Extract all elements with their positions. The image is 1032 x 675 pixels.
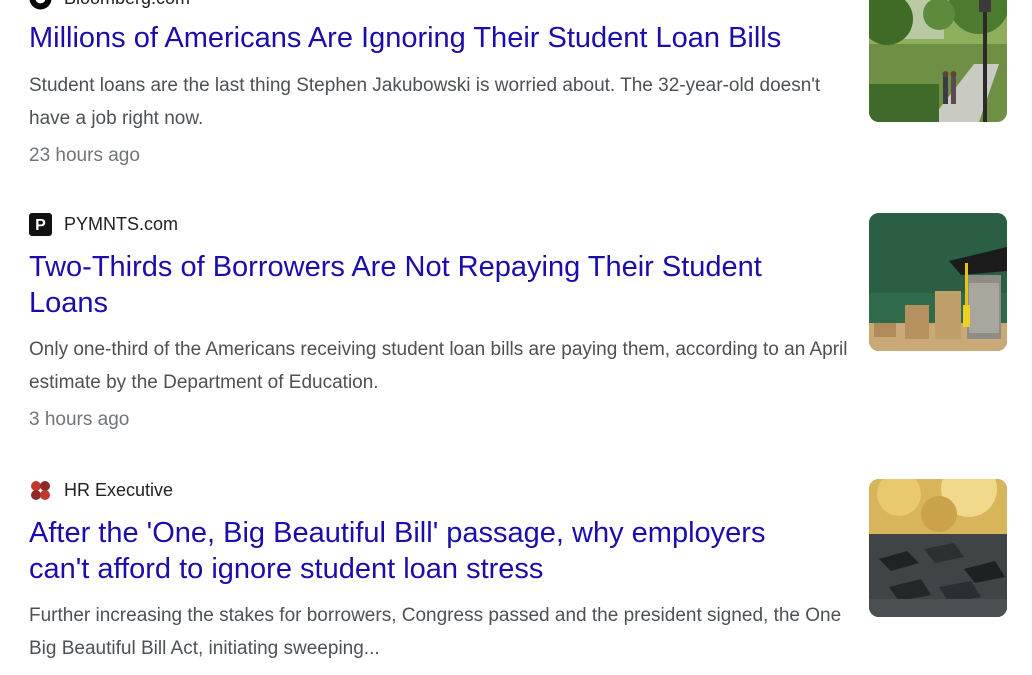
article-headline-link[interactable]: Millions of Americans Are Ignoring Their… [29,20,829,56]
source-row: HR Executive [29,478,1009,502]
news-result[interactable]: Bloomberg.com Millions of Americans Are … [29,0,1009,168]
article-headline-link[interactable]: After the 'One, Big Beautiful Bill' pass… [29,515,829,587]
source-row: P PYMNTS.com [29,212,1009,236]
article-timestamp: 23 hours ago [29,145,140,166]
news-result[interactable]: P PYMNTS.com Two-Thirds of Borrowers Are… [29,212,1009,432]
bloomberg-logo-icon [29,0,52,10]
source-name: Bloomberg.com [64,0,190,9]
hr-executive-logo-icon [29,479,52,502]
graduation-caps-crowd-image[interactable] [869,479,1007,617]
source-name: PYMNTS.com [64,213,179,234]
source-name: HR Executive [64,479,174,500]
article-timestamp: 3 hours ago [29,409,130,430]
article-headline-link[interactable]: Two-Thirds of Borrowers Are Not Repaying… [29,249,829,321]
pymnts-p-logo-icon: P [29,212,52,236]
source-row: Bloomberg.com [29,0,1009,10]
article-snippet: Only one-third of the Americans receivin… [29,339,848,393]
article-snippet: Student loans are the last thing Stephen… [29,75,821,129]
news-result[interactable]: HR Executive After the 'One, Big Beautif… [29,478,1009,665]
article-snippet: Further increasing the stakes for borrow… [29,605,842,659]
svg-text:P: P [35,217,46,234]
coins-graduation-cap-image[interactable] [869,213,1007,351]
campus-path-trees-image[interactable] [869,0,1007,122]
